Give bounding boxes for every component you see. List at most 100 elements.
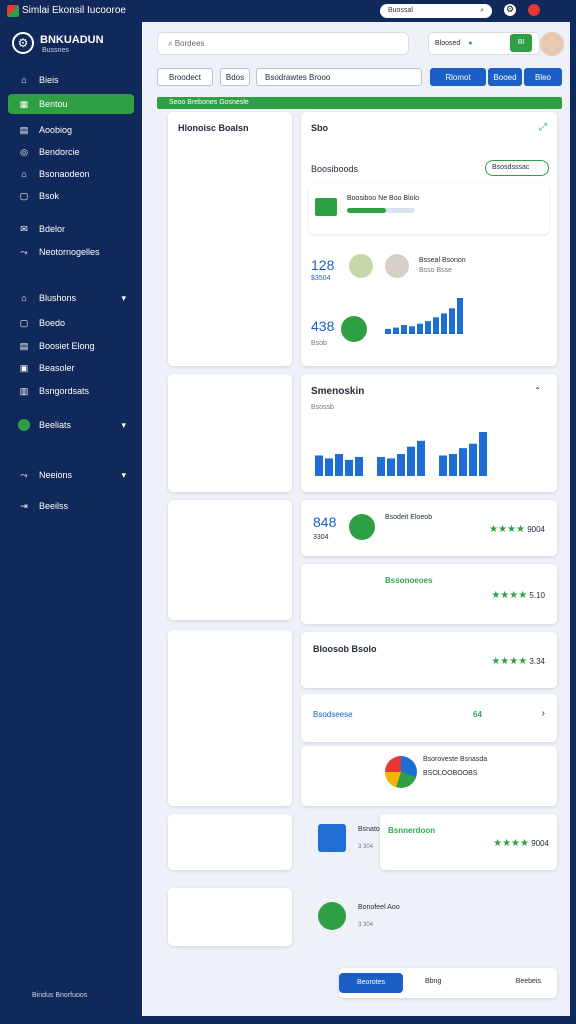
filter-button-3[interactable]: Bleo (524, 68, 562, 86)
pagination-last[interactable]: Beebeis (516, 978, 541, 985)
chart-bar (433, 317, 439, 334)
app-icon (7, 5, 19, 17)
left-panel-3 (168, 500, 292, 620)
wallet-icon: ▣ (19, 362, 29, 373)
metric-1-sub: $3504 (311, 275, 331, 282)
network-icon: ⤳ (20, 246, 28, 257)
top-search[interactable]: Buossal ⌕ (380, 4, 492, 18)
overview-subtitle: Boosiboods (311, 164, 359, 174)
banner: Seoo Brebones Gosnesle (157, 97, 562, 109)
left-list-item[interactable]: Bonofeel Aoo 3 304 (318, 898, 430, 938)
avatar (349, 254, 373, 278)
search-icon: ⌕ (168, 39, 173, 48)
search-icon: ⌕ (480, 7, 484, 14)
card-5-sub: BSOLOOBOOBS (423, 770, 478, 777)
chart-bar (417, 440, 425, 476)
card-1-sub: 3304 (313, 534, 329, 541)
dashboard-icon: ▦ (19, 98, 29, 109)
avatar[interactable] (528, 4, 540, 16)
sidebar-item-budget[interactable]: ▤ Boosiet Elong (8, 336, 134, 356)
statistics-sub: Bsossb (311, 404, 334, 411)
chart-bar (325, 458, 333, 476)
filter-tab-2[interactable]: Bdos (220, 68, 250, 86)
sidebar-item-delivery[interactable]: ✉ Bdelor (8, 219, 134, 239)
file-icon: ▢ (19, 190, 29, 201)
sidebar-item-balance[interactable]: ▣ Beasoler (8, 358, 134, 378)
chart-bar (355, 456, 363, 476)
filter-tab-1[interactable]: Broodect (157, 68, 213, 86)
chart-bar (441, 313, 447, 334)
filter-button-2[interactable]: Booed (488, 68, 522, 86)
search-field[interactable]: ⌕ Bordees (157, 32, 409, 55)
sidebar-item-vendors[interactable]: ◎ Bendorcie (8, 142, 134, 162)
person-sub: Bsso Bsse (419, 267, 453, 274)
chart-icon: ▤ (19, 124, 29, 135)
card-2: Bssonoeoes ★★★★ 5.10 (301, 564, 557, 624)
sidebar-item-dashboard[interactable]: ▦ Bentou (8, 94, 134, 114)
mini-bar-chart (385, 298, 463, 334)
chevron-down-icon: ▾ (121, 469, 126, 480)
overview-card: Sbo ⤢ Boosiboods Bsosdsssac Boosiboo Ne … (301, 112, 557, 366)
chart-bar (457, 298, 463, 334)
sidebar-item-logout[interactable]: ⇥ Beeilss (8, 496, 134, 516)
house-icon: ⌂ (21, 293, 27, 303)
chevron-right-icon[interactable]: › (542, 708, 545, 719)
link-icon: ⤳ (20, 469, 28, 480)
header-count-badge[interactable]: Bl (510, 34, 532, 52)
chevron-up-icon[interactable]: ⌃ (534, 386, 541, 395)
sidebar-section-stats[interactable]: Beeliats ▾ (8, 415, 134, 435)
sidebar: ⚙ BNKUADUN Bussnes ⌂ Bieis ▦ Bentou ▤ Aoobi… (0, 22, 142, 1024)
sidebar-item-home[interactable]: ⌂ Bieis (8, 70, 134, 90)
card-2-rating: ★★★★ 5.10 (491, 590, 545, 601)
settings-icon[interactable]: ⚙ (504, 4, 516, 16)
card-4-title: Bsodseese (313, 710, 353, 719)
sidebar-item-board[interactable]: ▢ Boedo (8, 313, 134, 333)
filter-tab-3[interactable]: Bsodrawtes Brooo (256, 68, 422, 86)
left-panel-2 (168, 374, 292, 492)
sidebar-item-network[interactable]: ⤳ Neotornogelles (8, 242, 134, 262)
card-6-title: Bsnnerdoon (388, 826, 436, 835)
document-icon (315, 198, 337, 216)
brand-name: BNKUADUN (40, 34, 104, 46)
chart-bar (449, 454, 457, 476)
card-3-rating: ★★★★ 3.34 (491, 656, 545, 667)
chart-bar (345, 459, 353, 476)
doc-icon (318, 824, 346, 852)
sidebar-section-news[interactable]: ⤳ Neeions ▾ (8, 465, 134, 485)
pagination-page[interactable]: Bbng (425, 978, 441, 985)
chart-bar (385, 328, 391, 334)
person-label: Bsseal Bsonon (419, 257, 466, 264)
chart-bar (449, 308, 455, 334)
left-list-item-title: Bonofeel Aoo (358, 904, 400, 911)
chart-bar (335, 454, 343, 476)
card-1-value: 848 (313, 514, 337, 530)
card-6-rating: ★★★★ 9004 (493, 838, 549, 849)
card-5-title: Bsoroveste Bsnasda (423, 756, 488, 763)
card-6: Bsnnerdoon ★★★★ 9004 (380, 814, 557, 870)
user-avatar[interactable] (540, 32, 564, 56)
overview-select[interactable]: Bsosdsssac (485, 160, 549, 176)
chart-bar (401, 325, 407, 334)
card-1: 848 3304 Bsodeit Eloeob ★★★★ 9004 (301, 500, 557, 556)
metric-2-sub: Bsob (311, 340, 327, 347)
sidebar-item-spending[interactable]: ▥ Bsngordsats (8, 381, 134, 401)
sidebar-item-accounts[interactable]: ⌂ Bsonaodeon (8, 164, 134, 184)
left-panel-5 (168, 814, 292, 870)
pagination-next[interactable]: Beorotes (339, 973, 403, 993)
metric-2: 438 (311, 318, 335, 334)
sidebar-section-business[interactable]: ⌂ Blushons ▾ (8, 288, 134, 308)
pie-icon (349, 514, 375, 540)
doc-icon: ▢ (19, 317, 29, 328)
filter-button-1[interactable]: Rlomot (430, 68, 486, 86)
app-title: Simlai Ekonsil Iucooroe (22, 5, 126, 16)
chart-bar (397, 454, 405, 476)
left-panel-title: Hlonoisc Boalsn (178, 123, 249, 133)
mail-icon: ✉ (20, 223, 28, 234)
statistics-card: Smenoskin Bsossb ⌃ (301, 374, 557, 492)
sidebar-item-stock[interactable]: ▢ Bsok (8, 186, 134, 206)
sidebar-item-analytics[interactable]: ▤ Aoobiog (8, 120, 134, 140)
expand-icon[interactable]: ⤢ (539, 122, 547, 133)
card-5: Bsoroveste Bsnasda BSOLOOBOOBS (301, 746, 557, 806)
progress-label: Boosiboo Ne Boo Blolo (347, 195, 419, 202)
chart-bar (315, 455, 323, 476)
